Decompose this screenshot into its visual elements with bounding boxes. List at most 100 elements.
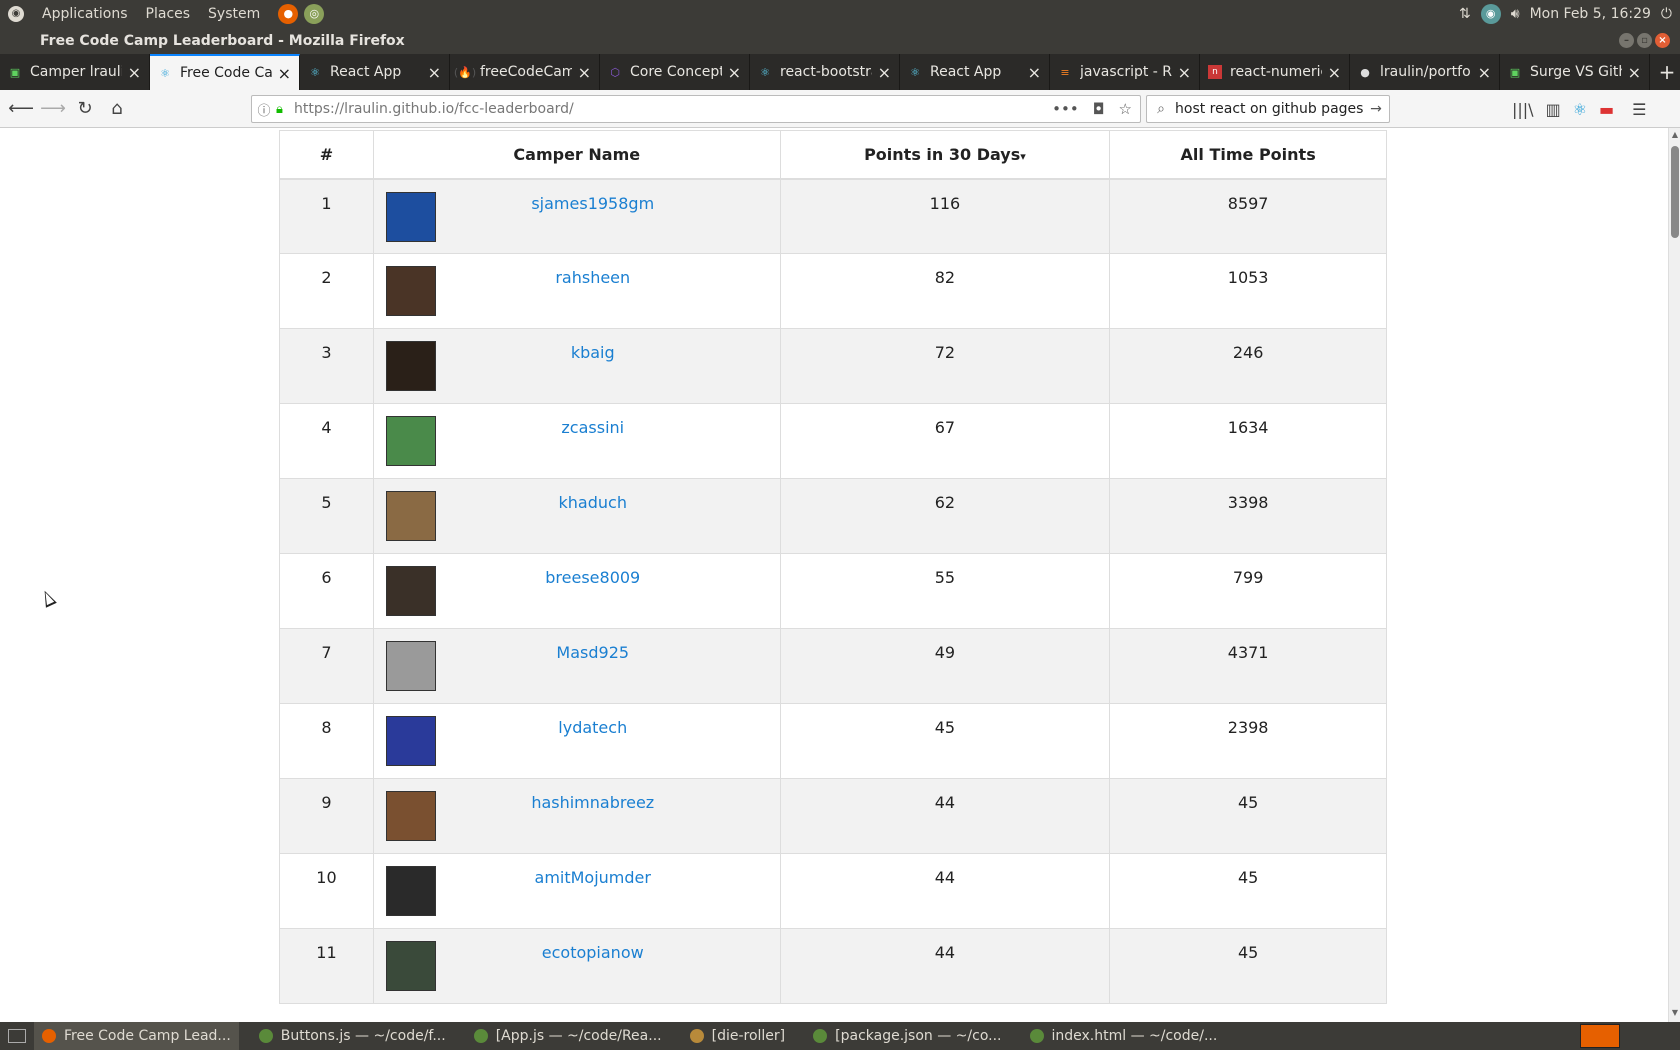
camper-link[interactable]: sjames1958gm [406, 194, 780, 213]
reload-button[interactable]: ↻ [70, 94, 100, 124]
firefox-launcher-icon[interactable]: ● [278, 3, 299, 24]
close-tab-icon[interactable]: × [1478, 63, 1491, 82]
library-icon[interactable]: |||\ [1512, 100, 1534, 119]
home-button[interactable]: ⌂ [102, 94, 132, 124]
search-icon: ⌕ [1157, 101, 1165, 117]
tab-label: Camper lraulin [30, 64, 122, 80]
taskbar-item-label: Free Code Camp Lead... [64, 1028, 231, 1044]
taskbar-item[interactable]: [package.json — ~/co... [805, 1022, 1009, 1050]
close-tab-icon[interactable]: × [1178, 63, 1191, 82]
taskbar-item[interactable]: [die-roller] [682, 1022, 794, 1050]
applications-menu[interactable]: Applications [42, 6, 128, 22]
places-menu[interactable]: Places [146, 6, 191, 22]
close-tab-icon[interactable]: × [128, 63, 141, 82]
taskbar-item[interactable]: Buttons.js — ~/code/f... [251, 1022, 454, 1050]
close-window-icon[interactable]: × [1655, 33, 1670, 48]
tab-javascript[interactable]: ≡ javascript - R × [1050, 54, 1200, 90]
clock[interactable]: Mon Feb 5, 16:29 [1530, 6, 1651, 22]
tab-react-numeric[interactable]: n react-numeric × [1200, 54, 1350, 90]
close-tab-icon[interactable]: × [1328, 63, 1341, 82]
camper-link[interactable]: rahsheen [406, 268, 780, 287]
table-row: 7 Masd925 49 4371 [279, 628, 1387, 704]
tab-label: Free Code Camp [180, 65, 272, 81]
new-tab-button[interactable]: + [1654, 54, 1680, 90]
sort-caret-icon[interactable]: ▾ [1020, 150, 1026, 163]
points-30-days-cell: 62 [779, 478, 1111, 554]
bottom-taskbar: Free Code Camp Lead... Buttons.js — ~/cod… [0, 1022, 1680, 1050]
url-bar[interactable]: ⓘ 🔒︎ https://lraulin.github.io/fcc-leade… [251, 95, 1141, 123]
close-tab-icon[interactable]: × [578, 63, 591, 82]
camper: lydatech [374, 716, 780, 766]
camper: hashimnabreez [374, 791, 780, 841]
freecodecamp-icon: (🔥) [453, 65, 477, 79]
camper-link[interactable]: lydatech [406, 718, 780, 737]
camper-cell: zcassini [372, 403, 781, 479]
tab-freecodecamp[interactable]: (🔥) freeCodeCamp × [450, 54, 600, 90]
camper-link[interactable]: Masd925 [406, 643, 780, 662]
update-icon[interactable]: ◉ [1480, 3, 1501, 24]
camper-link[interactable]: kbaig [406, 343, 780, 362]
close-tab-icon[interactable]: × [878, 63, 891, 82]
page-scrollbar[interactable]: ▲ ▼ [1668, 128, 1680, 1022]
search-go-icon[interactable]: → [1363, 101, 1389, 117]
ubuntu-logo-icon[interactable]: ◉ [8, 5, 24, 22]
camper-link[interactable]: zcassini [406, 418, 780, 437]
system-menu[interactable]: System [208, 6, 260, 22]
tab-label: React App [330, 64, 402, 80]
pocket-icon[interactable]: ◘ [1093, 100, 1105, 118]
search-bar[interactable]: ⌕ host react on github pages → [1146, 95, 1390, 123]
camper-link[interactable]: ecotopianow [406, 943, 780, 962]
close-tab-icon[interactable]: × [278, 64, 291, 83]
react-devtools-icon[interactable]: ⚛ [1573, 100, 1587, 119]
bookmark-star-icon[interactable]: ☆ [1119, 100, 1132, 118]
header-points-30-days[interactable]: Points in 30 Days▾ [779, 130, 1111, 180]
scroll-up-icon[interactable]: ▲ [1669, 130, 1680, 142]
header-points-30-label[interactable]: Points in 30 Days [864, 145, 1020, 164]
network-icon[interactable]: ⇅ [1459, 6, 1471, 22]
scroll-down-icon[interactable]: ▼ [1669, 1008, 1680, 1020]
all-time-points-cell: 2398 [1109, 703, 1387, 779]
sidebar-icon[interactable]: ▥ [1546, 100, 1561, 119]
camper-link[interactable]: hashimnabreez [406, 793, 780, 812]
scroll-thumb[interactable] [1671, 146, 1679, 238]
camper-link[interactable]: khaduch [406, 493, 780, 512]
tab-label: javascript - R [1080, 64, 1172, 80]
hamburger-menu-icon[interactable]: ☰ [1632, 100, 1646, 119]
show-desktop-icon[interactable] [8, 1029, 26, 1043]
tab-react-bootstrap[interactable]: ⚛ react-bootstrap × [750, 54, 900, 90]
maximize-icon[interactable]: ▫ [1637, 33, 1652, 48]
power-icon[interactable]: ⏻ [1661, 6, 1672, 22]
header-all-time-points[interactable]: All Time Points [1109, 130, 1387, 180]
camper-link[interactable]: breese8009 [406, 568, 780, 587]
tab-react-app-2[interactable]: ⚛ React App × [900, 54, 1050, 90]
page-actions-icon[interactable]: ••• [1052, 100, 1079, 118]
back-button[interactable]: ⟵ [6, 94, 36, 124]
close-tab-icon[interactable]: × [1628, 63, 1641, 82]
camper-cell: khaduch [372, 478, 781, 554]
taskbar-item[interactable]: Free Code Camp Lead... [34, 1022, 239, 1050]
tab-free-code-camp[interactable]: ⚛ Free Code Camp × [150, 54, 300, 90]
close-tab-icon[interactable]: × [1028, 63, 1041, 82]
url-text[interactable]: https://lraulin.github.io/fcc-leaderboar… [294, 101, 1052, 117]
lock-icon[interactable]: 🔒︎ [276, 102, 294, 117]
camper-link[interactable]: amitMojumder [406, 868, 780, 887]
tab-react-app[interactable]: ⚛ React App × [300, 54, 450, 90]
surge-icon: ▣ [1509, 65, 1521, 79]
close-tab-icon[interactable]: × [428, 63, 441, 82]
minimize-icon[interactable]: – [1619, 33, 1634, 48]
tab-camper-lraulin[interactable]: ▣ Camper lraulin × [0, 54, 150, 90]
react-icon: ⚛ [160, 66, 170, 80]
forward-button[interactable]: ⟶ [38, 94, 68, 124]
volume-icon[interactable]: 🔊︎ [1511, 6, 1520, 22]
tab-surge-vs-github[interactable]: ▣ Surge VS Gith × [1500, 54, 1650, 90]
taskbar-item[interactable]: [App.js — ~/code/Rea... [466, 1022, 670, 1050]
extension-icon[interactable]: ▬ [1599, 100, 1614, 119]
workspace-switcher[interactable] [1580, 1024, 1620, 1048]
search-input[interactable]: host react on github pages [1175, 101, 1363, 117]
tab-lraulin-portfolio[interactable]: ● lraulin/portfo × [1350, 54, 1500, 90]
taskbar-item[interactable]: index.html — ~/code/... [1022, 1022, 1226, 1050]
close-tab-icon[interactable]: × [728, 63, 741, 82]
app-launcher-icon[interactable]: ◎ [304, 3, 325, 24]
tab-core-concepts[interactable]: ⬡ Core Concepts × [600, 54, 750, 90]
site-info-icon[interactable]: ⓘ [252, 100, 276, 119]
